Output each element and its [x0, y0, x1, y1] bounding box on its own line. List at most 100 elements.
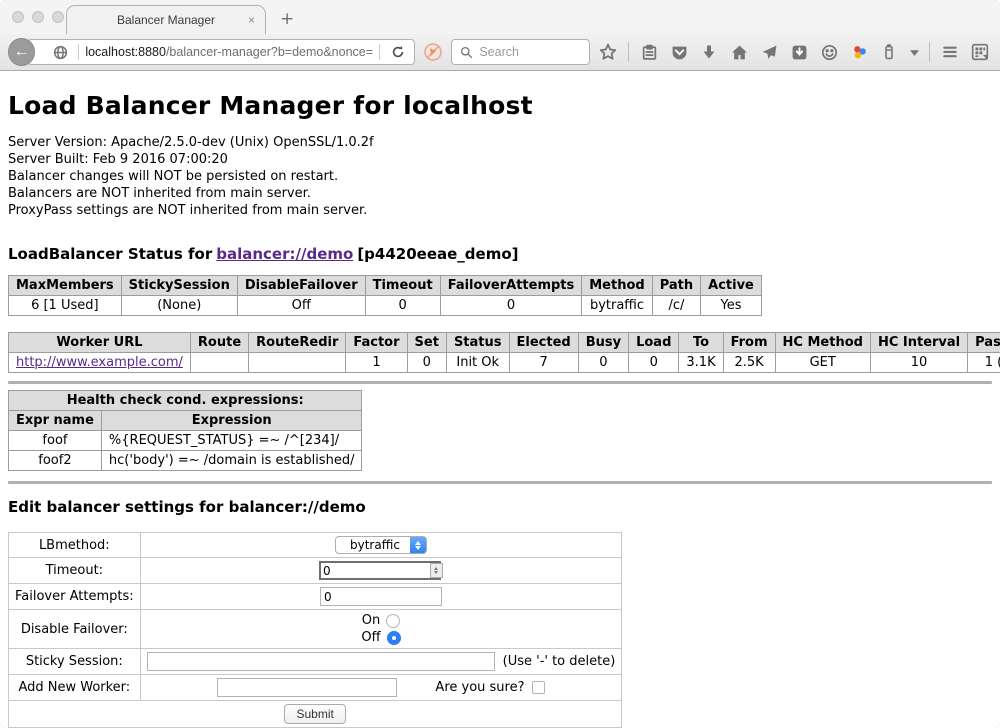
health-check-title: Health check cond. expressions: [9, 391, 362, 411]
new-tab-button[interactable]: + [280, 9, 294, 29]
submit-button[interactable]: Submit [284, 704, 345, 724]
col-failoverattempts: FailoverAttempts [440, 276, 582, 296]
cell-busy: 0 [578, 353, 628, 373]
lbmethod-label: LBmethod: [9, 533, 141, 558]
col-factor: Factor [346, 333, 407, 353]
col-hc-interval: HC Interval [870, 333, 967, 353]
sticky-session-label: Sticky Session: [9, 649, 141, 675]
sticky-session-hint: (Use '-' to delete) [503, 654, 616, 669]
col-load: Load [629, 333, 679, 353]
failover-attempts-input[interactable] [320, 587, 442, 606]
cell-expr-name: foof [9, 431, 102, 451]
battery-extension-icon[interactable] [877, 40, 901, 64]
toolbar-divider [929, 42, 930, 62]
balancer-demo-link[interactable]: balancer://demo [216, 245, 353, 263]
timeout-label: Timeout: [9, 558, 141, 584]
cell-passes: 1 (0) [968, 353, 1000, 373]
url-text[interactable]: localhost:8880/balancer-manager?b=demo&n… [85, 45, 373, 59]
worker-url-link[interactable]: http://www.example.com/ [16, 355, 183, 370]
col-disablefailover: DisableFailover [237, 276, 365, 296]
url-bar[interactable]: localhost:8880/balancer-manager?b=demo&n… [27, 39, 415, 65]
downloads-arrow-icon[interactable] [697, 40, 721, 64]
balancer-status-table: MaxMembers StickySession DisableFailover… [8, 275, 762, 316]
tab-title: Balancer Manager [117, 13, 215, 27]
section-divider [8, 481, 992, 484]
bookmark-star-icon[interactable] [596, 40, 620, 64]
cell-expression: hc('body') =~ /domain is established/ [101, 451, 362, 471]
disable-failover-on-radio[interactable] [386, 614, 400, 628]
menu-hamburger-icon[interactable] [938, 40, 962, 64]
cell-elected: 7 [509, 353, 578, 373]
navigation-toolbar: ← localhost:8880/balancer-manager?b=demo… [0, 33, 1000, 71]
home-icon[interactable] [727, 40, 751, 64]
form-row-disable-failover: Disable Failover: On Off [9, 610, 622, 649]
pocket-icon[interactable] [667, 40, 691, 64]
lbmethod-selected-value: bytraffic [336, 538, 410, 552]
grid-extension-icon[interactable] [968, 40, 992, 64]
sticky-session-input[interactable] [147, 652, 495, 671]
lbmethod-select[interactable]: bytraffic [335, 536, 427, 554]
info-persist: Balancer changes will NOT be persisted o… [8, 168, 992, 185]
send-plane-icon[interactable] [757, 40, 781, 64]
col-passes: Passes [968, 333, 1000, 353]
table-header-row: MaxMembers StickySession DisableFailover… [9, 276, 762, 296]
table-row: http://www.example.com/ 1 0 Init Ok 7 0 … [9, 353, 1000, 373]
are-you-sure-label: Are you sure? [435, 680, 524, 695]
search-bar[interactable]: Search [451, 39, 590, 65]
window-controls [12, 11, 64, 23]
cell-hc-method: GET [775, 353, 870, 373]
col-expr-name: Expr name [9, 411, 102, 431]
col-maxmembers: MaxMembers [9, 276, 122, 296]
cell-stickysession: (None) [121, 296, 237, 316]
col-routeredir: RouteRedir [249, 333, 346, 353]
form-row-submit: Submit [9, 701, 622, 728]
toolbar-divider [628, 42, 629, 62]
cell-path: /c/ [652, 296, 700, 316]
cell-method: bytraffic [582, 296, 652, 316]
status-heading-prefix: LoadBalancer Status for [8, 245, 212, 263]
feedback-smiley-icon[interactable] [817, 40, 841, 64]
table-title-row: Health check cond. expressions: [9, 391, 362, 411]
edit-balancer-form: LBmethod: bytraffic Timeout: Failover At… [8, 532, 622, 728]
table-row: foof2 hc('body') =~ /domain is establish… [9, 451, 362, 471]
col-busy: Busy [578, 333, 628, 353]
zoom-window-button[interactable] [52, 11, 64, 23]
timeout-input[interactable] [319, 561, 441, 580]
page-title: Load Balancer Manager for localhost [8, 91, 992, 120]
col-expression: Expression [101, 411, 362, 431]
search-icon [458, 44, 474, 60]
cell-route [190, 353, 248, 373]
cell-status: Init Ok [446, 353, 509, 373]
col-elected: Elected [509, 333, 578, 353]
tab-balancer-manager[interactable]: Balancer Manager × [66, 5, 266, 34]
form-row-timeout: Timeout: [9, 558, 622, 584]
col-active: Active [701, 276, 762, 296]
number-spinner-icon[interactable] [430, 563, 443, 578]
colors-extension-icon[interactable] [847, 40, 871, 64]
are-you-sure-checkbox[interactable] [532, 681, 545, 694]
col-route: Route [190, 333, 248, 353]
overflow-caret-icon[interactable] [907, 40, 921, 64]
table-row: 6 [1 Used] (None) Off 0 0 bytraffic /c/ … [9, 296, 762, 316]
reload-icon[interactable] [386, 40, 410, 64]
col-stickysession: StickySession [121, 276, 237, 296]
disable-failover-label: Disable Failover: [9, 610, 141, 649]
table-header-row: Worker URL Route RouteRedir Factor Set S… [9, 333, 1000, 353]
col-worker-url: Worker URL [9, 333, 191, 353]
close-window-button[interactable] [12, 11, 24, 23]
tab-close-icon[interactable]: × [248, 13, 255, 27]
disable-failover-off-radio[interactable] [387, 631, 401, 645]
clipboard-icon[interactable] [637, 40, 661, 64]
cell-expr-name: foof2 [9, 451, 102, 471]
health-check-table: Health check cond. expressions: Expr nam… [8, 390, 362, 471]
cell-disablefailover: Off [237, 296, 365, 316]
radio-on-label: On [362, 613, 380, 628]
form-row-sticky-session: Sticky Session: (Use '-' to delete) [9, 649, 622, 675]
content-blocker-icon[interactable] [421, 40, 445, 64]
minimize-window-button[interactable] [32, 11, 44, 23]
col-timeout: Timeout [365, 276, 440, 296]
urlbar-divider [78, 44, 79, 60]
download-panel-icon[interactable] [787, 40, 811, 64]
page-content: Load Balancer Manager for localhost Serv… [0, 71, 1000, 728]
add-worker-input[interactable] [217, 678, 397, 697]
